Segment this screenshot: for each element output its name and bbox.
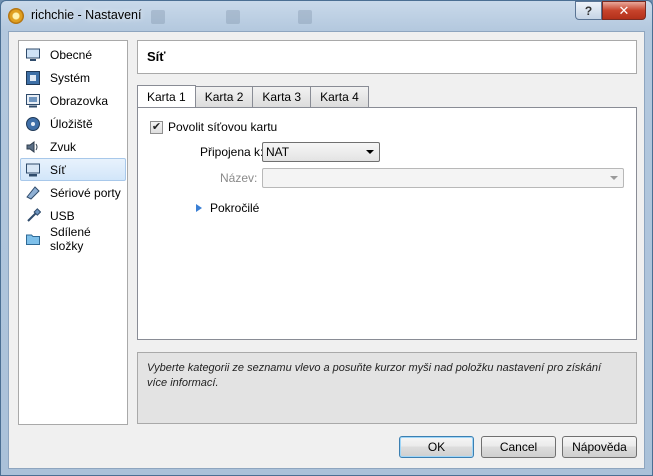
background-toolbar-icon [151,10,169,24]
enable-adapter-checkbox[interactable]: ✔ [150,120,163,134]
sidebar-item-storage[interactable]: Úložiště [20,112,126,135]
virtualbox-gear-icon [8,8,24,24]
folder-icon [25,231,41,247]
tab-adapter-3[interactable]: Karta 3 [252,86,312,107]
adapter-tabs: Karta 1 Karta 2 Karta 3 Karta 4 [137,85,369,107]
title-close-button[interactable]: ✕ [602,1,646,20]
speaker-icon [25,139,41,155]
sidebar-item-display[interactable]: Obrazovka [20,89,126,112]
info-panel: Vyberte kategorii ze seznamu vlevo a pos… [137,352,637,424]
name-label: Název: [220,171,258,185]
info-text: Vyberte kategorii ze seznamu vlevo a pos… [147,362,602,389]
sidebar-item-system[interactable]: Systém [20,66,126,89]
settings-window: richchie - Nastavení ? ✕ Obecné Systém O… [0,0,653,476]
attached-to-value: NAT [266,145,290,159]
title-help-button[interactable]: ? [575,1,602,20]
expand-arrow-icon [196,204,202,212]
network-icon [25,162,41,178]
sidebar-item-label: Zvuk [50,139,77,154]
monitor-icon [25,47,41,63]
sidebar-item-network[interactable]: Síť [20,158,126,181]
chevron-down-icon [366,150,374,154]
sidebar-item-label: Sdílené složky [50,224,91,253]
tab-adapter-1[interactable]: Karta 1 [137,85,196,107]
window-title: richchie - Nastavení [31,8,142,22]
sidebar-item-audio[interactable]: Zvuk [20,135,126,158]
sidebar-item-serial-ports[interactable]: Sériové porty [20,181,126,204]
tab-adapter-4[interactable]: Karta 4 [310,86,369,107]
disk-icon [25,116,41,132]
background-toolbar-icon [226,10,244,24]
category-list[interactable]: Obecné Systém Obrazovka Úložiště Zvuk Sí… [18,40,128,425]
chevron-down-icon [610,176,618,180]
page-title: Síť [147,49,166,64]
cancel-button[interactable]: Cancel [481,436,556,458]
enable-adapter-label: Povolit síťovou kartu [168,120,278,134]
section-header: Síť [137,40,637,74]
sidebar-item-label: USB [50,208,75,223]
adapter-panel: ✔ Povolit síťovou kartu Připojena k: NAT… [137,107,637,340]
help-button[interactable]: Nápověda [562,436,637,458]
title-bar[interactable]: richchie - Nastavení ? ✕ [1,1,652,31]
sidebar-item-shared-folders[interactable]: Sdílené složky [20,224,126,253]
chip-icon [25,70,41,86]
enable-adapter-row[interactable]: ✔ Povolit síťovou kartu [150,120,277,134]
advanced-toggle[interactable]: Pokročilé [196,201,259,215]
name-select[interactable] [262,168,624,188]
sidebar-item-label: Systém [50,70,91,85]
sidebar-item-general[interactable]: Obecné [20,43,126,66]
dialog-client-area: Obecné Systém Obrazovka Úložiště Zvuk Sí… [8,31,645,469]
sidebar-item-label: Obrazovka [50,93,109,108]
background-toolbar-icon [298,10,316,24]
usb-icon [25,207,41,224]
display-icon [25,93,41,109]
sidebar-item-label: Úložiště [50,116,93,131]
attached-to-select[interactable]: NAT [262,142,380,162]
tab-adapter-2[interactable]: Karta 2 [194,86,254,107]
advanced-label: Pokročilé [210,201,260,215]
sidebar-item-label: Sériové porty [50,185,121,200]
sidebar-item-label: Obecné [50,47,93,62]
sidebar-item-label: Síť [50,162,66,177]
ok-button[interactable]: OK [399,436,474,458]
serial-port-icon [25,185,41,201]
attached-to-label: Připojena k: [200,145,264,159]
